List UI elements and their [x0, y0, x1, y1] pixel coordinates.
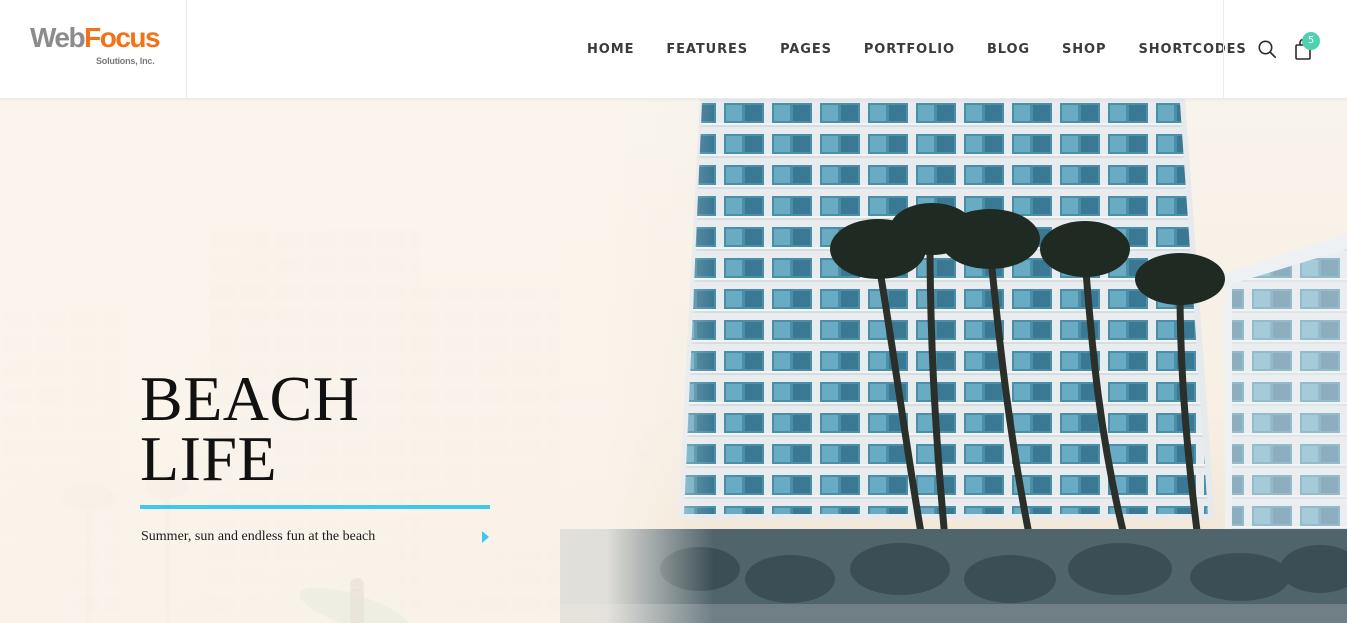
logo[interactable]: WebFocus Solutions, Inc.	[0, 0, 187, 99]
hero-accent-line	[140, 505, 490, 509]
play-arrow-icon[interactable]	[482, 531, 489, 543]
cart-count-badge: 5	[1302, 32, 1320, 50]
header-actions: 5	[1223, 0, 1347, 99]
nav-item-pages[interactable]: PAGES	[764, 42, 848, 57]
hero-title-line1: BEACH	[140, 363, 360, 434]
logo-tagline: Solutions, Inc.	[96, 56, 155, 66]
hero-title: BEACH LIFE	[140, 363, 360, 494]
site-header: WebFocus Solutions, Inc. HOME FEATURES P…	[0, 0, 1347, 99]
logo-part-web: Web	[30, 22, 86, 53]
nav-item-blog[interactable]: BLOG	[971, 42, 1046, 57]
logo-wordmark: WebFocus	[30, 22, 161, 53]
hero-subtitle: Summer, sun and endless fun at the beach	[141, 529, 376, 544]
main-nav: HOME FEATURES PAGES PORTFOLIO BLOG SHOP …	[571, 0, 1263, 99]
nav-item-portfolio[interactable]: PORTFOLIO	[848, 42, 971, 57]
hero-slider: BEACH LIFE Summer, sun and endless fun a…	[0, 99, 1347, 623]
nav-item-features[interactable]: FEATURES	[650, 42, 764, 57]
logo-part-focus: Focus	[84, 22, 160, 53]
hero-title-line2: LIFE	[140, 422, 278, 494]
nav-item-shop[interactable]: SHOP	[1046, 42, 1122, 57]
search-icon[interactable]	[1257, 39, 1277, 59]
nav-item-home[interactable]: HOME	[571, 42, 650, 57]
